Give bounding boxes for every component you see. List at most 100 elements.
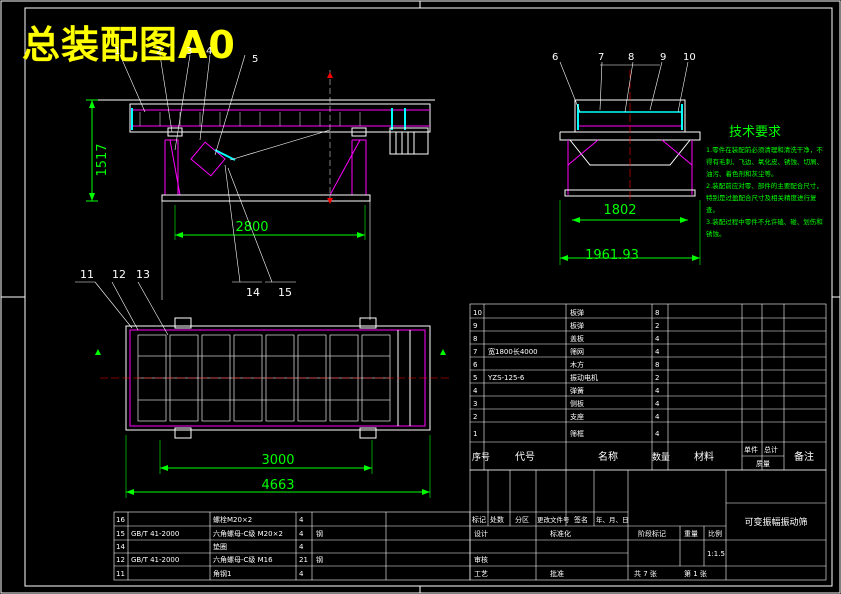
part-qty: 4 xyxy=(655,387,660,395)
cad-drawing: 1517 2800 15 5 14 15 xyxy=(0,0,841,594)
tech-items-box: 1.零件在装配前必须清理和清洗干净，不得有毛刺、飞边、氧化皮、锈蚀、切屑、油污、… xyxy=(706,146,823,238)
part-name: 振动电机 xyxy=(570,373,598,382)
tb-approve: 批准 xyxy=(550,569,564,578)
tb-marks: 标记 xyxy=(472,515,486,524)
lower-part-material: 钢 xyxy=(316,529,323,538)
lower-part-material: 钢 xyxy=(316,555,323,564)
part-name: 板弹 xyxy=(570,308,584,317)
end-leaders xyxy=(559,61,689,113)
tb-count: 处数 xyxy=(490,515,504,524)
part-name: 板弹 xyxy=(570,321,584,330)
parts-list-header: 序号 代号 名称 数量 材料 单件 总计 质量 备注 xyxy=(472,445,814,468)
part-code: 宽1800长4000 xyxy=(488,347,538,356)
lower-part-no: 12 xyxy=(116,556,125,564)
part-no: 9 xyxy=(473,322,477,330)
tech-item-1: 1.零件在装配前必须清理和清洗干净，不得有毛刺、飞边、氧化皮、锈蚀、切屑、油污、… xyxy=(706,146,823,178)
header-code: 代号 xyxy=(515,451,535,463)
lower-part-qty: 4 xyxy=(299,530,304,538)
lower-part-code: GB/T 41-2000 xyxy=(131,556,179,564)
lower-part-name: 垫圈 xyxy=(213,542,227,551)
tb-review: 审核 xyxy=(474,555,488,564)
part-qty: 4 xyxy=(655,400,660,408)
part-qty: 2 xyxy=(655,322,659,330)
balloon-1: 1 xyxy=(114,46,121,57)
title-block-text: 标记 处数 分区 更改文件号 签名 年、月、日 设计 标准化 审核 工艺 批准 … xyxy=(472,515,808,578)
part-qty: 4 xyxy=(655,348,660,356)
tb-scale: 1:1.5 xyxy=(707,550,725,558)
dim-side-height: 1517 xyxy=(95,143,110,176)
tech-heading: 技术要求 xyxy=(729,125,781,140)
part-no: 7 xyxy=(473,348,477,356)
lower-part-qty: 21 xyxy=(299,556,308,564)
side-view xyxy=(95,70,435,320)
parts-list-rows: 10 板弹 8 9 板弹 2 8 盖板 4 7 宽1800长4000 筛网 4 … xyxy=(473,308,660,438)
tb-drawing-name: 可变振幅振动筛 xyxy=(744,516,807,528)
part-no: 3 xyxy=(473,400,477,408)
dim-plan-overall: 4663 xyxy=(261,478,294,493)
lower-part-no: 14 xyxy=(116,543,125,551)
balloon-11: 11 xyxy=(80,268,94,281)
lower-part-no: 15 xyxy=(116,530,125,538)
balloon-12: 12 xyxy=(112,268,126,281)
balloon-2: 2 xyxy=(156,46,163,57)
balloon-14: 14 xyxy=(246,286,260,299)
tb-date: 年、月、日 xyxy=(596,515,629,524)
part-code: YZS-125-6 xyxy=(487,374,525,382)
part-qty: 8 xyxy=(655,309,659,317)
tb-scale-label: 比例 xyxy=(708,529,722,538)
header-material: 材料 xyxy=(694,450,714,463)
tech-item-3: 3.装配过程中零件不允许磕、碰、划伤和锈蚀。 xyxy=(706,218,823,238)
tb-standardization: 标准化 xyxy=(550,529,571,538)
tb-sign: 签名 xyxy=(574,515,588,524)
tb-stage-mark: 阶段标记 xyxy=(638,529,666,538)
tech-item-2: 2.装配前应对零、部件的主要配合尺寸，特别是过盈配合尺寸及相关精度进行复查。 xyxy=(706,182,823,214)
dim-end-overall: 1961.93 xyxy=(585,248,639,263)
balloon-10: 10 xyxy=(683,52,696,63)
tb-sheets: 共 7 张 xyxy=(634,569,657,578)
outer-border xyxy=(0,0,841,594)
balloon-8: 8 xyxy=(628,52,634,63)
side-balloons: 1 2 3 4 xyxy=(110,46,260,60)
header-qty: 数量 xyxy=(652,451,670,463)
header-no: 序号 xyxy=(472,451,490,463)
tb-weight: 重量 xyxy=(684,530,698,538)
lower-part-no: 16 xyxy=(116,516,125,524)
header-total-weight: 总计 xyxy=(764,445,778,454)
side-leaders xyxy=(119,54,296,283)
balloon-15: 15 xyxy=(278,286,292,299)
part-no: 1 xyxy=(473,430,477,438)
header-remarks: 备注 xyxy=(794,450,814,463)
part-name: 弹簧 xyxy=(570,386,584,395)
tb-process: 工艺 xyxy=(474,570,488,578)
part-name: 支座 xyxy=(570,412,584,421)
end-view xyxy=(559,64,701,200)
header-weight: 质量 xyxy=(756,459,770,468)
tb-design: 设计 xyxy=(474,529,488,538)
balloon-9: 9 xyxy=(660,52,666,63)
lower-list-grid xyxy=(113,511,471,581)
part-qty: 4 xyxy=(655,413,660,421)
tb-change-doc: 更改文件号 xyxy=(537,515,570,524)
dim-side-span: 2800 xyxy=(235,220,268,235)
lower-part-name: 角钢1 xyxy=(213,569,231,578)
lower-part-name: 螺栓M20×2 xyxy=(213,515,252,524)
plan-leaders xyxy=(75,281,169,336)
lower-part-no: 11 xyxy=(116,570,125,578)
part-no: 8 xyxy=(473,335,477,343)
drawing-canvas: { "title_overlay": "总装配图A0", "dimensions… xyxy=(0,0,841,594)
header-unit-weight: 单件 xyxy=(744,445,758,454)
balloon-13: 13 xyxy=(136,268,150,281)
part-no: 6 xyxy=(473,361,478,369)
part-name: 侧板 xyxy=(570,399,584,408)
plan-view xyxy=(95,317,450,439)
part-qty: 4 xyxy=(655,335,660,343)
part-no: 10 xyxy=(473,309,482,317)
part-name: 筛网 xyxy=(570,347,584,356)
balloon-7: 7 xyxy=(598,52,604,63)
drawing-title-overlay: 总装配图A0 xyxy=(22,23,236,67)
lower-list-rows: 16 螺栓M20×2 4 15 GB/T 41-2000 六角螺母-C级 M20… xyxy=(116,515,323,578)
part-no: 5 xyxy=(473,374,477,382)
tb-zone: 分区 xyxy=(515,515,529,524)
lower-part-qty: 4 xyxy=(299,570,304,578)
balloon-3: 3 xyxy=(186,46,193,57)
